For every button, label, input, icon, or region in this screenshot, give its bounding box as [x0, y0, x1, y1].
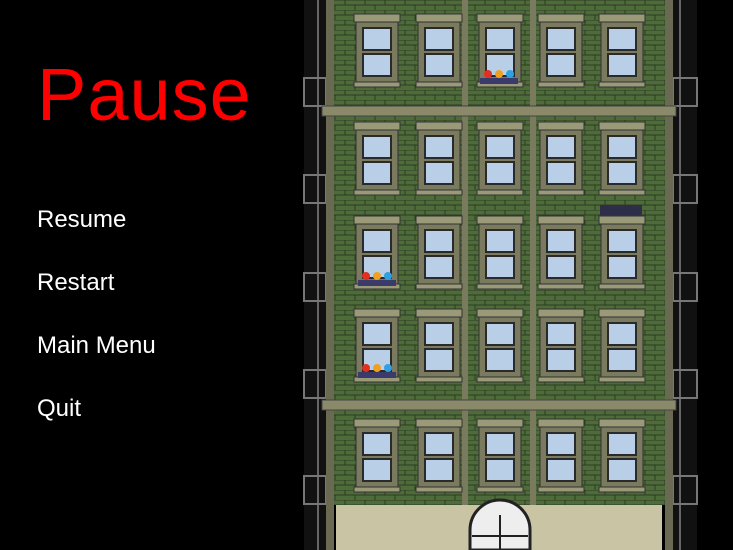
window [476, 308, 524, 383]
window [598, 13, 646, 88]
window [537, 308, 585, 383]
window-grid [353, 13, 646, 493]
fire-escape-left [303, 0, 327, 550]
window [353, 418, 401, 493]
window [415, 13, 463, 88]
pause-title: Pause [37, 53, 252, 136]
window [415, 215, 463, 290]
game-screen: Pause Resume Restart Main Menu Quit [0, 0, 733, 550]
main-menu-button[interactable]: Main Menu [37, 334, 156, 358]
flower-box [480, 70, 518, 84]
flower-box [358, 272, 396, 286]
fire-escape-right [672, 0, 698, 550]
window [353, 13, 401, 88]
window [415, 308, 463, 383]
quit-button[interactable]: Quit [37, 397, 81, 421]
window [598, 308, 646, 383]
window [353, 121, 401, 196]
window [476, 215, 524, 290]
air-conditioner [600, 205, 642, 215]
ledge [321, 105, 677, 117]
window [476, 121, 524, 196]
window [537, 13, 585, 88]
window [598, 121, 646, 196]
window [415, 418, 463, 493]
window [598, 418, 646, 493]
flower-box [358, 364, 396, 378]
resume-button[interactable]: Resume [37, 208, 126, 232]
window [598, 215, 646, 290]
window [537, 215, 585, 290]
window [537, 121, 585, 196]
ledge [321, 399, 677, 411]
window [476, 418, 524, 493]
window [537, 418, 585, 493]
restart-button[interactable]: Restart [37, 271, 114, 295]
window [415, 121, 463, 196]
